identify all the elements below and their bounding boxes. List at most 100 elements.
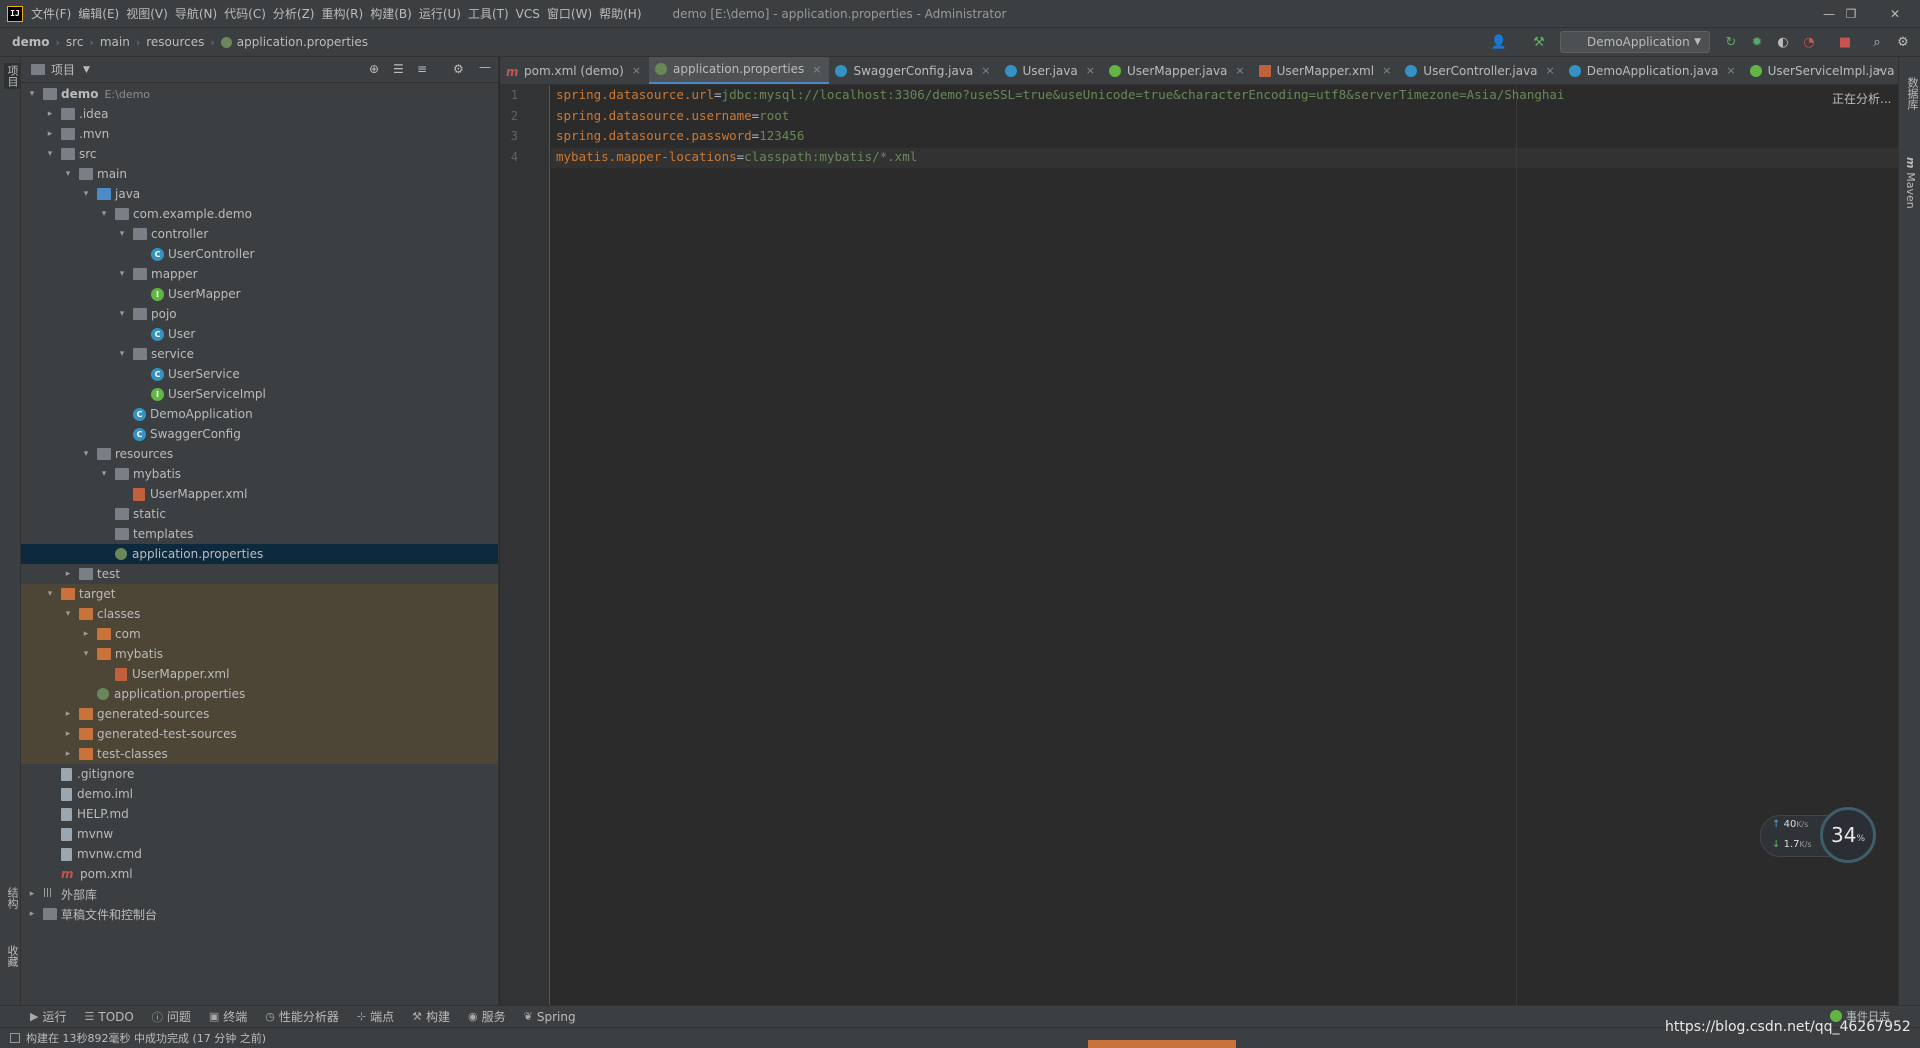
tree-item[interactable]: ▾ target <box>21 584 498 604</box>
tree-item[interactable]: ▾ mybatis <box>21 644 498 664</box>
terminal-tool-button[interactable]: ▣ 终端 <box>209 1008 247 1025</box>
editor-tab[interactable]: DemoApplication.java × <box>1563 57 1744 84</box>
services-tool-button[interactable]: ◉ 服务 <box>468 1008 506 1025</box>
code-line[interactable]: spring.datasource.password=123456 <box>556 126 804 146</box>
chevron-down-icon[interactable]: ▾ <box>117 229 127 239</box>
tree-item[interactable]: ▸ test-classes <box>21 744 498 764</box>
chevron-right-icon[interactable]: ▸ <box>45 129 55 139</box>
build-tool-button[interactable]: ⚒ 构建 <box>412 1008 450 1025</box>
gear-icon[interactable]: ⚙ <box>453 62 464 76</box>
menu-item[interactable]: 视图(V) <box>126 5 175 22</box>
breadcrumb-item[interactable]: src <box>66 35 84 49</box>
expand-all-icon[interactable]: ☰ <box>393 62 404 76</box>
breadcrumb-item[interactable]: main <box>100 35 130 49</box>
menu-item[interactable]: 编辑(E) <box>78 5 126 22</box>
database-tool-button[interactable]: 数据库 <box>1904 77 1920 110</box>
breadcrumb-item[interactable]: application.properties <box>237 35 368 49</box>
tree-item[interactable]: HELP.md <box>21 804 498 824</box>
locate-icon[interactable]: ⊕ <box>369 62 379 76</box>
tree-item[interactable]: ▸ test <box>21 564 498 584</box>
close-tab-icon[interactable]: × <box>981 64 990 77</box>
menu-item[interactable]: 分析(Z) <box>273 5 322 22</box>
chevron-right-icon[interactable]: ▸ <box>27 909 37 919</box>
menu-item[interactable]: 代码(C) <box>224 5 273 22</box>
menu-item[interactable]: 构建(B) <box>370 5 419 22</box>
tree-item[interactable]: mvnw.cmd <box>21 844 498 864</box>
build-hammer-icon[interactable]: ⚒ <box>1530 33 1548 51</box>
tree-item[interactable]: ▸ com <box>21 624 498 644</box>
breadcrumb-item[interactable]: resources <box>146 35 204 49</box>
chevron-down-icon[interactable]: ▾ <box>99 209 109 219</box>
editor-tab[interactable]: m pom.xml (demo) × <box>500 57 649 84</box>
chevron-down-icon[interactable]: ▾ <box>81 449 91 459</box>
debug-icon[interactable]: ✹ <box>1748 33 1766 51</box>
chevron-down-icon[interactable]: ▼ <box>83 65 90 75</box>
run-tool-button[interactable]: ▶ 运行 <box>30 1008 66 1025</box>
stop-icon[interactable]: ■ <box>1836 33 1854 51</box>
tree-item[interactable]: ▾ controller <box>21 224 498 244</box>
breadcrumb-item[interactable]: demo <box>12 35 49 49</box>
profiler-tool-button[interactable]: ◷ 性能分析器 <box>265 1008 339 1025</box>
tree-item[interactable]: UserMapper.xml <box>21 484 498 504</box>
menu-item[interactable]: 窗口(W) <box>547 5 599 22</box>
run-configuration-select[interactable]: DemoApplication ▼ <box>1560 31 1710 53</box>
settings-gear-icon[interactable]: ⚙ <box>1894 33 1912 51</box>
chevron-right-icon[interactable]: ▸ <box>63 749 73 759</box>
menu-item[interactable]: 导航(N) <box>175 5 224 22</box>
editor-tab[interactable]: UserServiceImpl.java <box>1744 57 1898 84</box>
chevron-down-icon[interactable]: ▾ <box>81 649 91 659</box>
hide-panel-icon[interactable]: — <box>479 60 491 74</box>
status-toggle-icon[interactable] <box>10 1033 20 1043</box>
chevron-right-icon[interactable]: ▸ <box>81 629 91 639</box>
chevron-right-icon[interactable]: ▸ <box>63 729 73 739</box>
tree-item[interactable]: I UserServiceImpl <box>21 384 498 404</box>
tree-item[interactable]: m pom.xml <box>21 864 498 884</box>
tree-item[interactable]: C UserController <box>21 244 498 264</box>
search-icon[interactable]: ⌕ <box>1868 33 1886 51</box>
code-content[interactable]: spring.datasource.url=jdbc:mysql://local… <box>551 85 1851 185</box>
tree-item[interactable]: application.properties <box>21 684 498 704</box>
problems-tool-button[interactable]: ⓘ 问题 <box>152 1008 191 1025</box>
menu-item[interactable]: 工具(T) <box>468 5 516 22</box>
tree-item[interactable]: mvnw <box>21 824 498 844</box>
editor-tab[interactable]: application.properties × <box>649 57 830 84</box>
project-tool-button[interactable]: 项目 <box>4 63 20 89</box>
close-tab-icon[interactable]: × <box>1546 64 1555 77</box>
chevron-down-icon[interactable]: ▾ <box>63 609 73 619</box>
tree-item[interactable]: demo.iml <box>21 784 498 804</box>
close-tab-icon[interactable]: × <box>1235 64 1244 77</box>
project-panel-title[interactable]: 项目 <box>51 61 75 78</box>
chevron-down-icon[interactable]: ▾ <box>45 149 55 159</box>
chevron-down-icon[interactable]: ▾ <box>81 189 91 199</box>
chevron-down-icon[interactable]: ▾ <box>117 269 127 279</box>
chevron-down-icon[interactable]: ▾ <box>99 469 109 479</box>
code-line[interactable]: spring.datasource.url=jdbc:mysql://local… <box>556 85 1564 105</box>
collapse-all-icon[interactable]: ≡ <box>417 62 427 76</box>
tree-item[interactable]: C UserService <box>21 364 498 384</box>
chevron-right-icon[interactable]: ▸ <box>63 709 73 719</box>
menu-item[interactable]: 帮助(H) <box>599 5 648 22</box>
tree-item[interactable]: ▾ pojo <box>21 304 498 324</box>
tree-item[interactable]: ▾ service <box>21 344 498 364</box>
editor-tab[interactable]: UserMapper.xml × <box>1253 57 1400 84</box>
user-icon[interactable]: 👤 <box>1490 33 1508 51</box>
close-tab-icon[interactable]: × <box>1382 64 1391 77</box>
tree-item[interactable]: C User <box>21 324 498 344</box>
profile-icon[interactable]: ◔ <box>1800 33 1818 51</box>
tree-item[interactable]: ▸ generated-sources <box>21 704 498 724</box>
tree-item[interactable]: templates <box>21 524 498 544</box>
menu-item[interactable]: 重构(R) <box>322 5 371 22</box>
tree-item[interactable]: ▾ classes <box>21 604 498 624</box>
code-line[interactable]: mybatis.mapper-locations=classpath:mybat… <box>556 147 917 167</box>
tree-item[interactable]: ▾ com.example.demo <box>21 204 498 224</box>
chevron-right-icon[interactable]: ▸ <box>63 569 73 579</box>
tree-item[interactable]: ▾ java <box>21 184 498 204</box>
chevron-down-icon[interactable]: ▾ <box>27 89 37 99</box>
restore-button[interactable]: ❐ <box>1828 0 1874 28</box>
tree-item[interactable]: ▸ generated-test-sources <box>21 724 498 744</box>
tree-item[interactable]: UserMapper.xml <box>21 664 498 684</box>
editor-tab[interactable]: UserMapper.java × <box>1103 57 1253 84</box>
rerun-icon[interactable]: ↻ <box>1722 33 1740 51</box>
tree-item[interactable]: ▸ .mvn <box>21 124 498 144</box>
tree-item[interactable]: ▾ demo E:\demo <box>21 84 498 104</box>
